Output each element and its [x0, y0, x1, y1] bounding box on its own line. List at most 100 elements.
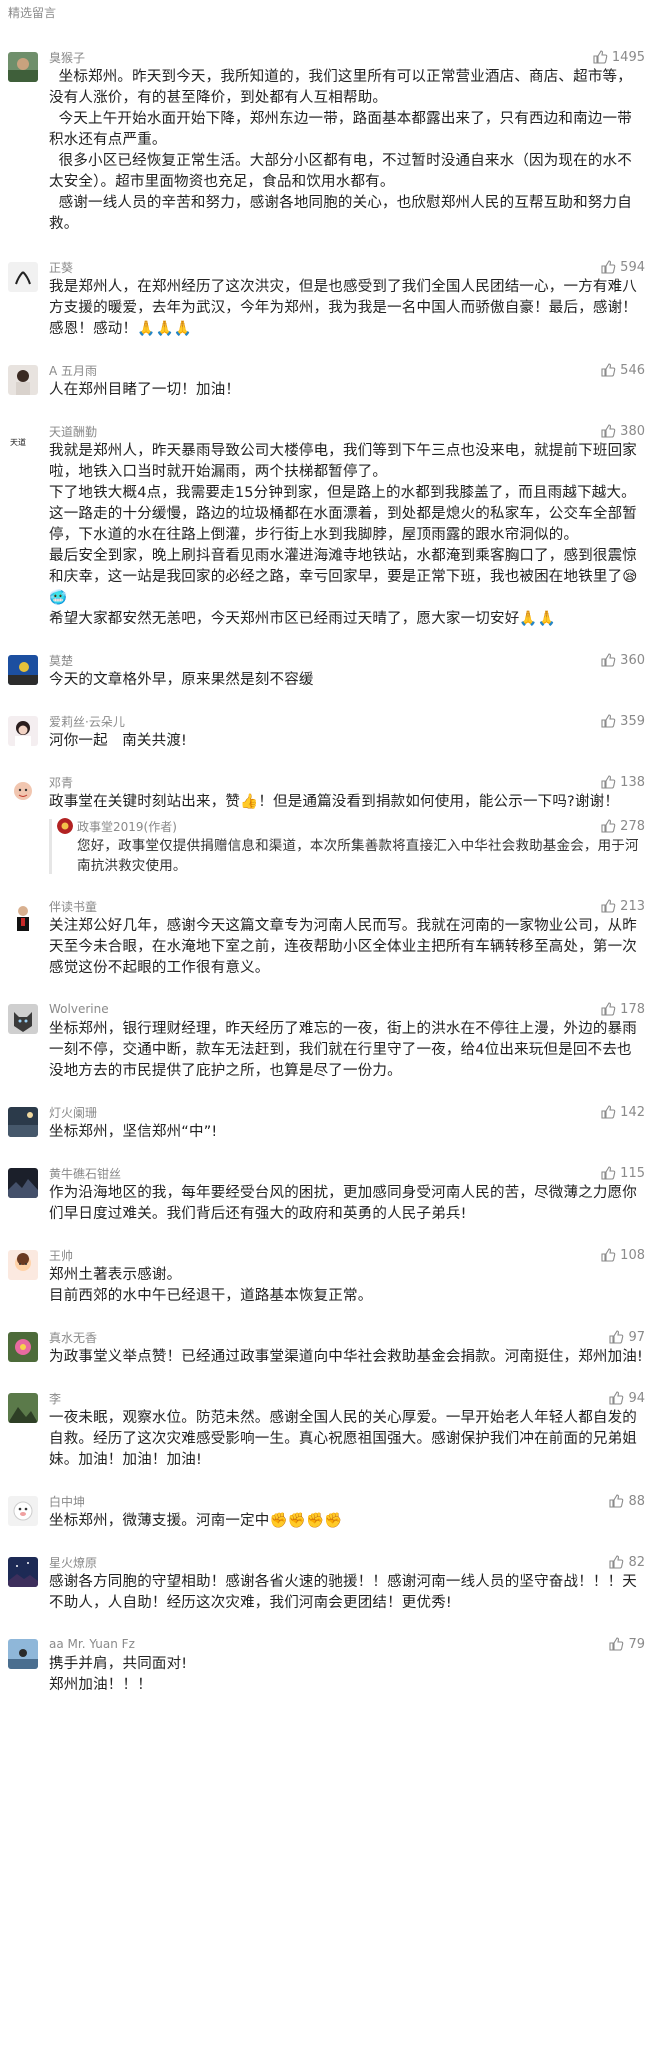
like-count: 88 — [628, 1493, 645, 1509]
comment-item: 真水无香 97 为政事堂义举点赞！已经通过政事堂渠道向中华社会救助基金会捐款。河… — [0, 1328, 659, 1368]
comment-nickname[interactable]: A 五月雨 — [49, 362, 97, 379]
avatar[interactable] — [8, 1393, 38, 1423]
comment-nickname[interactable]: aa Mr. Yuan Fz — [49, 1637, 135, 1651]
comment-text: 我就是郑州人，昨天暴雨导致公司大楼停电，我们等到下午三点也没来电，就提前下班回家… — [49, 443, 638, 627]
comment-nickname[interactable]: 伴读书童 — [49, 898, 97, 915]
like-count: 359 — [620, 713, 645, 729]
avatar[interactable] — [8, 901, 38, 931]
comment-item: 白中坤 88 坐标郑州，微薄支援。河南一定中✊✊✊✊ — [0, 1492, 659, 1532]
comment-item: 正葵 594 我是郑州人，在郑州经历了这次洪灾，但是也感受到了我们全国人民团结一… — [0, 258, 659, 340]
like-count: 138 — [620, 774, 645, 790]
thumbs-up-icon — [609, 1330, 624, 1344]
comment-text: 坐标郑州，坚信郑州“中”! — [49, 1124, 218, 1140]
like-count: 594 — [620, 259, 645, 275]
comment-nickname[interactable]: 李 — [49, 1390, 61, 1407]
like-button[interactable]: 138 — [600, 774, 645, 790]
like-button[interactable]: 79 — [608, 1636, 645, 1652]
section-header: 精选留言 — [8, 6, 57, 20]
avatar[interactable] — [8, 1496, 38, 1526]
thumbs-up-icon — [601, 1002, 616, 1016]
comment-item: 莫楚 360 今天的文章格外早，原来果然是刻不容缓 — [0, 651, 659, 691]
thumbs-up-icon — [601, 775, 616, 789]
like-count: 94 — [628, 1390, 645, 1406]
like-button[interactable]: 546 — [600, 362, 645, 378]
comment-text: 郑州土著表示感谢。 目前西郊的水中午已经退干，道路基本恢复正常。 — [49, 1267, 373, 1304]
author-avatar[interactable] — [57, 818, 73, 834]
comment-text: 为政事堂义举点赞！已经通过政事堂渠道向中华社会救助基金会捐款。河南挺住，郑州加油… — [49, 1349, 644, 1365]
comment-nickname[interactable]: 星火燎原 — [49, 1554, 97, 1571]
avatar[interactable] — [8, 262, 38, 292]
comment-text: 感谢各方同胞的守望相助！感谢各省火速的驰援！！感谢河南一线人员的坚守奋战！！！天… — [49, 1574, 637, 1611]
like-count: 360 — [620, 652, 645, 668]
like-button[interactable]: 97 — [608, 1329, 645, 1345]
avatar[interactable] — [8, 52, 38, 82]
comment-nickname[interactable]: 爱莉丝·云朵儿 — [49, 713, 125, 730]
comment-nickname[interactable]: 灯火阑珊 — [49, 1104, 97, 1121]
comment-nickname[interactable]: 天道酬勤 — [49, 423, 97, 440]
comment-item: 李 94 一夜未眠，观察水位。防范未然。感谢全国人民的关心厚爱。一早开始老人年轻… — [0, 1389, 659, 1471]
comment-item: 星火燎原 82 感谢各方同胞的守望相助！感谢各省火速的驰援！！感谢河南一线人员的… — [0, 1553, 659, 1614]
comment-nickname[interactable]: 王帅 — [49, 1247, 73, 1264]
avatar[interactable] — [8, 1639, 38, 1669]
like-button[interactable]: 359 — [600, 713, 645, 729]
comment-nickname[interactable]: 真水无香 — [49, 1329, 97, 1346]
like-button[interactable]: 1495 — [592, 49, 645, 65]
avatar[interactable] — [8, 365, 38, 395]
like-button[interactable]: 360 — [600, 652, 645, 668]
comment-text: 我是郑州人，在郑州经历了这次洪灾，但是也感受到了我们全国人民团结一心，一方有难八… — [49, 279, 637, 337]
avatar[interactable]: 天道 — [8, 426, 38, 456]
comment-nickname[interactable]: 臭猴子 — [49, 49, 85, 66]
like-button[interactable]: 178 — [600, 1001, 645, 1017]
comment-item: 王帅 108 郑州土著表示感谢。 目前西郊的水中午已经退干，道路基本恢复正常。 — [0, 1246, 659, 1307]
comment-nickname[interactable]: 黄牛礁石钳丝 — [49, 1165, 121, 1182]
comment-text: 一夜未眠，观察水位。防范未然。感谢全国人民的关心厚爱。一早开始老人年轻人都自发的… — [49, 1410, 637, 1468]
thumbs-up-icon — [601, 899, 616, 913]
like-count: 380 — [620, 423, 645, 439]
like-button[interactable]: 278 — [600, 818, 645, 834]
thumbs-up-icon — [609, 1391, 624, 1405]
avatar[interactable] — [8, 716, 38, 746]
comment-item: aa Mr. Yuan Fz 79 携手并肩，共同面对! 郑州加油！！！ — [0, 1635, 659, 1696]
comment-text: 坐标郑州。昨天到今天，我所知道的，我们这里所有可以正常营业酒店、商店、超市等，没… — [49, 69, 632, 232]
comment-nickname[interactable]: 白中坤 — [49, 1493, 85, 1510]
thumbs-up-icon — [601, 1166, 616, 1180]
avatar[interactable] — [8, 1004, 38, 1034]
like-button[interactable]: 82 — [608, 1554, 645, 1570]
reply-nickname[interactable]: 政事堂2019(作者) — [77, 818, 177, 835]
like-button[interactable]: 108 — [600, 1247, 645, 1263]
comment-text: 坐标郑州，银行理财经理，昨天经历了难忘的一夜，街上的洪水在不停往上漫，外边的暴雨… — [49, 1021, 637, 1079]
like-count: 79 — [628, 1636, 645, 1652]
like-count: 108 — [620, 1247, 645, 1263]
like-button[interactable]: 142 — [600, 1104, 645, 1120]
avatar[interactable] — [8, 777, 38, 807]
comment-nickname[interactable]: Wolverine — [49, 1002, 109, 1016]
like-button[interactable]: 115 — [600, 1165, 645, 1181]
like-count: 178 — [620, 1001, 645, 1017]
avatar[interactable] — [8, 1168, 38, 1198]
comment-nickname[interactable]: 莫楚 — [49, 652, 73, 669]
like-button[interactable]: 213 — [600, 898, 645, 914]
avatar[interactable] — [8, 1557, 38, 1587]
avatar[interactable] — [8, 1332, 38, 1362]
reply-divider — [49, 819, 52, 874]
avatar[interactable] — [8, 655, 38, 685]
comment-item: 臭猴子 1495 坐标郑州。昨天到今天，我所知道的，我们这里所有可以正常营业酒店… — [0, 48, 659, 235]
comment-nickname[interactable]: 正葵 — [49, 259, 73, 276]
thumbs-up-icon — [601, 363, 616, 377]
svg-text:天道: 天道 — [10, 437, 26, 447]
author-reply: 政事堂2019(作者) 278 您好，政事堂仅提供捐赠信息和渠道，本次所集善款将… — [49, 817, 645, 876]
like-count: 278 — [620, 818, 645, 834]
avatar[interactable] — [8, 1107, 38, 1137]
like-button[interactable]: 88 — [608, 1493, 645, 1509]
like-button[interactable]: 380 — [600, 423, 645, 439]
like-button[interactable]: 594 — [600, 259, 645, 275]
comment-item: Wolverine 178 坐标郑州，银行理财经理，昨天经历了难忘的一夜，街上的… — [0, 1000, 659, 1082]
comment-nickname[interactable]: 邓青 — [49, 774, 73, 791]
thumbs-up-icon — [601, 260, 616, 274]
comment-item: 伴读书童 213 关注郑公好几年，感谢今天这篇文章专为河南人民而写。我就在河南的… — [0, 897, 659, 979]
avatar[interactable] — [8, 1250, 38, 1280]
thumbs-up-icon — [609, 1494, 624, 1508]
like-button[interactable]: 94 — [608, 1390, 645, 1406]
comment-text: 携手并肩，共同面对! 郑州加油！！！ — [49, 1656, 188, 1693]
thumbs-up-icon — [601, 1248, 616, 1262]
